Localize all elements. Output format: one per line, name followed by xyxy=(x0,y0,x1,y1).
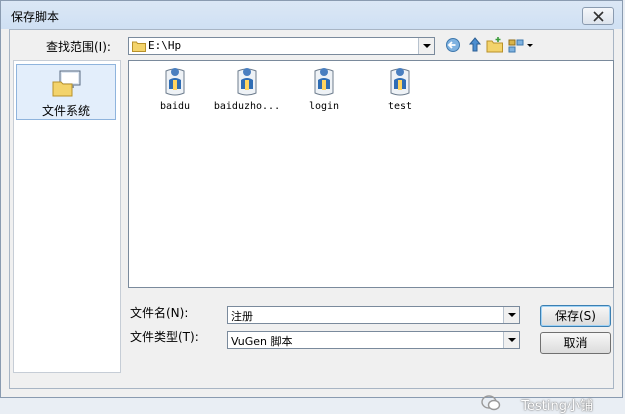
chevron-down-icon[interactable] xyxy=(503,307,519,323)
save-button[interactable]: 保存(S) xyxy=(540,305,611,327)
computer-folder-icon xyxy=(52,70,81,97)
file-name-label: 文件名(N): xyxy=(130,306,189,320)
view-menu-icon[interactable] xyxy=(508,36,534,54)
place-file-system[interactable]: 文件系统 xyxy=(16,64,116,120)
script-user-icon xyxy=(314,68,334,96)
folder-icon xyxy=(132,41,146,52)
file-item-baidu[interactable]: baidu xyxy=(140,65,210,117)
script-user-icon xyxy=(390,68,410,96)
file-name-value: 注册 xyxy=(231,310,253,323)
look-in-dropdown[interactable]: E:\Hp xyxy=(128,37,435,55)
dialog-title: 保存脚本 xyxy=(11,10,60,24)
new-folder-icon[interactable] xyxy=(486,36,504,54)
look-in-value: E:\Hp xyxy=(148,39,182,52)
places-bar: 文件系统 xyxy=(13,60,121,373)
back-arrow-icon[interactable] xyxy=(444,36,462,54)
file-list[interactable]: baidu baiduzho... login test xyxy=(128,60,614,288)
file-type-label: 文件类型(T): xyxy=(130,330,199,344)
file-name: baiduzho... xyxy=(213,101,281,112)
file-name-field[interactable]: 注册 xyxy=(227,306,520,324)
file-type-value: VuGen 脚本 xyxy=(231,335,293,348)
file-item-baiduzho[interactable]: baiduzho... xyxy=(212,65,282,117)
file-name: baidu xyxy=(159,101,191,112)
file-type-dropdown[interactable]: VuGen 脚本 xyxy=(227,331,520,349)
save-script-dialog: 保存脚本 查找范围(I): E:\Hp 文件系统 baidu baiduzho.… xyxy=(0,0,623,414)
file-item-login[interactable]: login xyxy=(289,65,359,117)
cancel-button[interactable]: 取消 xyxy=(540,332,611,354)
up-folder-icon[interactable] xyxy=(466,36,484,54)
wechat-icon xyxy=(481,395,501,411)
watermark-text: Testing小铺 xyxy=(521,399,593,414)
look-in-label: 查找范围(I): xyxy=(46,40,111,54)
close-icon xyxy=(593,11,604,22)
dialog-body: 查找范围(I): E:\Hp 文件系统 baidu baiduzho... lo… xyxy=(9,29,614,414)
file-name: login xyxy=(308,101,340,112)
file-item-test[interactable]: test xyxy=(365,65,435,117)
file-name: test xyxy=(387,101,413,112)
script-user-icon xyxy=(165,68,185,96)
title-bar: 保存脚本 xyxy=(1,1,622,29)
close-button[interactable] xyxy=(582,7,614,25)
chevron-down-icon[interactable] xyxy=(503,332,519,348)
chevron-down-icon[interactable] xyxy=(418,38,434,54)
script-user-icon xyxy=(237,68,257,96)
place-file-system-label: 文件系统 xyxy=(41,104,90,118)
